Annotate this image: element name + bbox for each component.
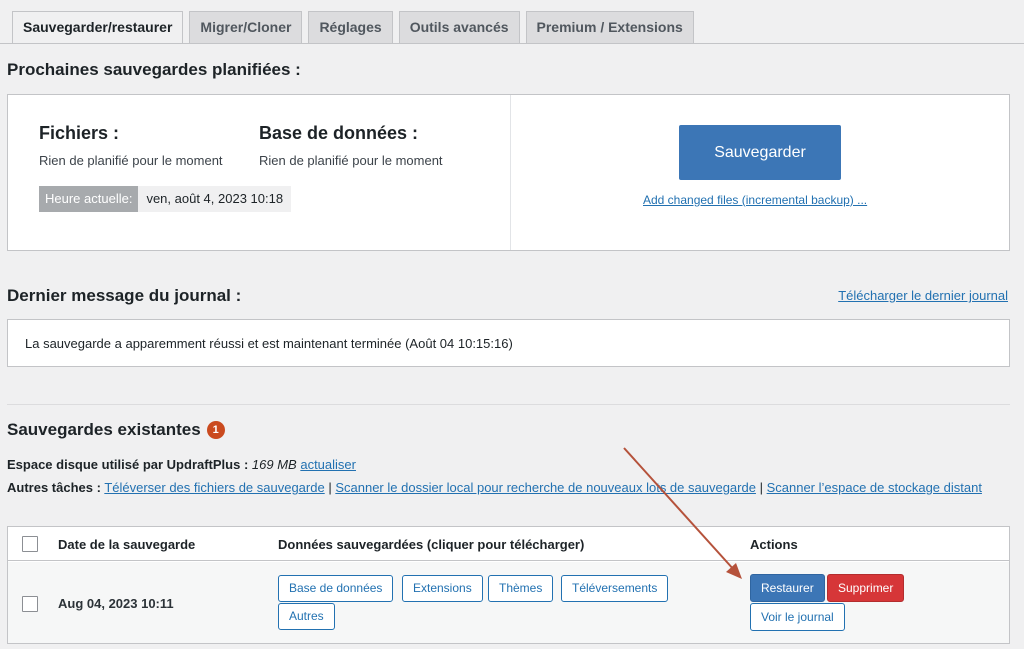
restore-button[interactable]: Restaurer xyxy=(750,574,825,602)
last-log-message: La sauvegarde a apparemment réussi et es… xyxy=(25,336,513,351)
download-themes-button[interactable]: Thèmes xyxy=(488,575,554,602)
download-plugins-button[interactable]: Extensions xyxy=(402,575,483,602)
rescan-local-folder-link[interactable]: Scanner le dossier local pour recherche … xyxy=(335,480,756,495)
refresh-link[interactable]: actualiser xyxy=(300,457,356,472)
tab-backup-restore[interactable]: Sauvegarder/restaurer xyxy=(12,11,184,44)
files-heading: Fichiers : xyxy=(39,123,120,143)
files-schedule: Fichiers : Rien de planifié pour le mome… xyxy=(39,123,223,168)
tab-premium-extensions[interactable]: Premium / Extensions xyxy=(525,11,694,43)
backup-now-button[interactable]: Sauvegarder xyxy=(679,125,841,180)
database-schedule-text: Rien de planifié pour le moment xyxy=(259,153,443,168)
disk-usage-value: 169 MB xyxy=(251,457,297,472)
backup-date: Aug 04, 2023 10:11 xyxy=(58,596,174,611)
download-database-button[interactable]: Base de données xyxy=(278,575,394,602)
database-schedule: Base de données : Rien de planifié pour … xyxy=(259,123,443,168)
disk-usage-label: Espace disque utilisé par UpdraftPlus : xyxy=(7,457,249,472)
last-log-title: Dernier message du journal : xyxy=(7,286,242,305)
other-tasks: Autres tâches : Téléverser des fichiers … xyxy=(7,480,982,495)
upload-backup-files-link[interactable]: Téléverser des fichiers de sauvegarde xyxy=(104,480,324,495)
section-separator xyxy=(7,404,1010,405)
current-time-label: Heure actuelle: xyxy=(39,186,139,212)
existing-backups-title-text: Sauvegardes existantes xyxy=(7,420,201,439)
task-separator: | xyxy=(328,480,332,495)
task-separator: | xyxy=(759,480,763,495)
other-tasks-label: Autres tâches : xyxy=(7,480,101,495)
disk-usage: Espace disque utilisé par UpdraftPlus : … xyxy=(7,457,356,472)
view-log-button[interactable]: Voir le journal xyxy=(750,603,845,631)
column-data: Données sauvegardées (cliquer pour téléc… xyxy=(278,537,585,552)
rescan-remote-storage-link[interactable]: Scanner l’espace de stockage distant xyxy=(767,480,982,495)
select-all-checkbox[interactable] xyxy=(22,536,38,552)
database-heading: Base de données : xyxy=(259,123,419,143)
tab-divider xyxy=(0,43,1024,44)
table-row: Aug 04, 2023 10:11 Base de données Exten… xyxy=(8,562,1009,643)
download-log-link[interactable]: Télécharger le dernier journal xyxy=(838,288,1008,303)
scheduled-backups-title: Prochaines sauvegardes planifiées : xyxy=(7,60,301,79)
download-uploads-button[interactable]: Téléversements xyxy=(561,575,669,602)
delete-button[interactable]: Supprimer xyxy=(827,574,905,602)
incremental-backup-link[interactable]: Add changed files (incremental backup) .… xyxy=(643,193,867,207)
last-log-panel: La sauvegarde a apparemment réussi et es… xyxy=(7,319,1010,367)
column-date: Date de la sauvegarde xyxy=(58,537,196,552)
panel-divider xyxy=(510,95,511,250)
row-checkbox[interactable] xyxy=(22,596,38,612)
current-time: Heure actuelle: ven, août 4, 2023 10:18 xyxy=(39,186,292,212)
existing-backups-title: Sauvegardes existantes 1 xyxy=(7,420,225,440)
current-time-value: ven, août 4, 2023 10:18 xyxy=(138,186,292,212)
tab-advanced-tools[interactable]: Outils avancés xyxy=(398,11,520,43)
scheduled-backups-panel: Fichiers : Rien de planifié pour le mome… xyxy=(7,94,1010,251)
table-header: Date de la sauvegarde Données sauvegardé… xyxy=(8,527,1009,561)
files-schedule-text: Rien de planifié pour le moment xyxy=(39,153,223,168)
download-others-button[interactable]: Autres xyxy=(278,603,335,630)
tab-settings[interactable]: Réglages xyxy=(308,11,393,43)
tab-bar: Sauvegarder/restaurer Migrer/Cloner Régl… xyxy=(12,11,700,44)
existing-backups-table: Date de la sauvegarde Données sauvegardé… xyxy=(7,526,1010,644)
tab-migrate-clone[interactable]: Migrer/Cloner xyxy=(189,11,303,43)
backup-count-badge: 1 xyxy=(206,421,225,439)
column-actions: Actions xyxy=(750,537,798,552)
